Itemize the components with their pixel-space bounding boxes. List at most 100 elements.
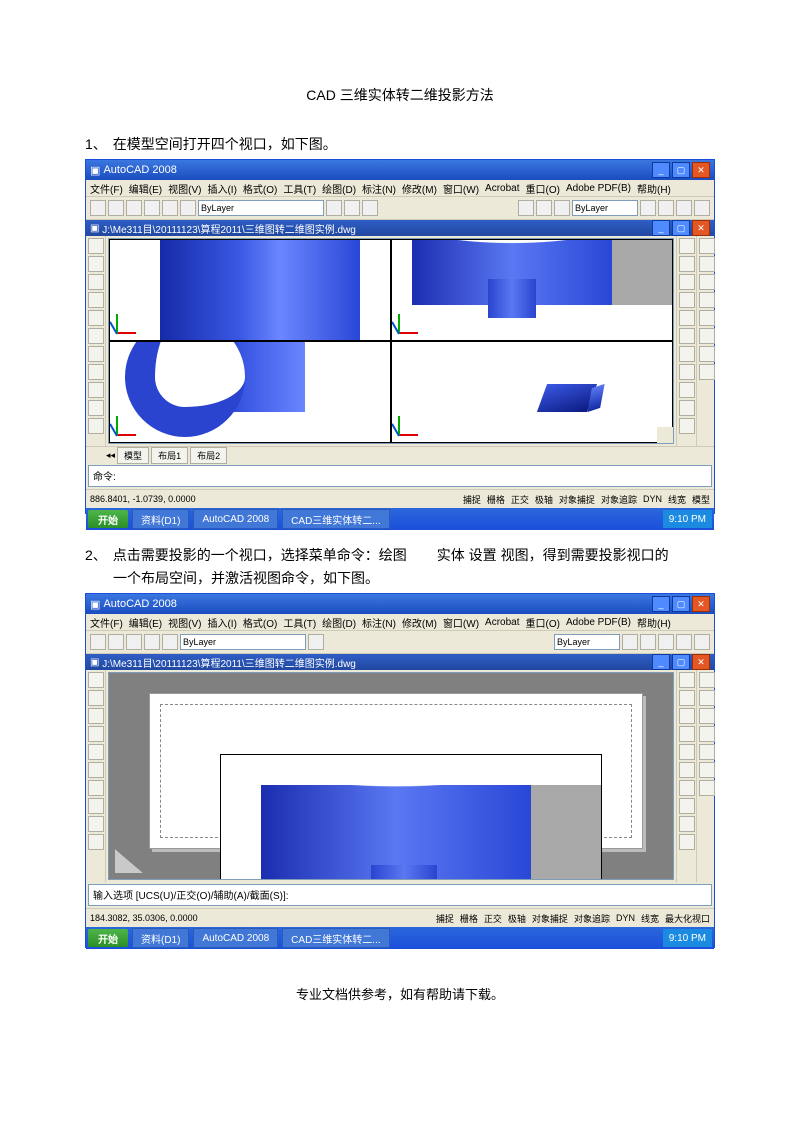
maximize-button[interactable]: ▢ [672, 596, 690, 612]
draw-tool-icon[interactable] [88, 690, 104, 706]
doc-close-button[interactable]: ✕ [692, 220, 710, 236]
status-toggle[interactable]: 极轴 [535, 493, 553, 506]
modify-tool-icon[interactable] [679, 798, 695, 814]
menu-item[interactable]: 工具(T) [283, 615, 316, 630]
taskbar-item[interactable]: 资料(D1) [132, 928, 189, 948]
menu-item[interactable]: 绘图(D) [322, 615, 356, 630]
tool-icon[interactable] [699, 762, 715, 778]
draw-tool-icon[interactable] [88, 328, 104, 344]
menu-item[interactable]: 修改(M) [402, 181, 437, 196]
tool-icon[interactable] [90, 200, 106, 216]
status-toggle[interactable]: 捕捉 [436, 912, 454, 925]
tool-icon[interactable] [699, 256, 715, 272]
nav-arrow-icon[interactable]: ◂◂ [106, 450, 115, 461]
status-toggle[interactable]: 捕捉 [463, 493, 481, 506]
draw-tool-icon[interactable] [88, 418, 104, 434]
draw-tool-icon[interactable] [88, 256, 104, 272]
modify-tool-icon[interactable] [679, 762, 695, 778]
document-titlebar[interactable]: ▣ J:\Me311目\20111123\算程2011\三维图转二维图实例.dw… [86, 220, 714, 236]
menu-bar[interactable]: 文件(F) 编辑(E) 视图(V) 插入(I) 格式(O) 工具(T) 绘图(D… [86, 614, 714, 631]
modify-tool-icon[interactable] [679, 292, 695, 308]
doc-maximize-button[interactable]: ▢ [672, 220, 690, 236]
viewport-top-right[interactable] [391, 239, 673, 341]
taskbar-item[interactable]: CAD三维实体转二... [282, 509, 389, 529]
draw-tool-icon[interactable] [88, 834, 104, 850]
tool-icon[interactable] [144, 200, 160, 216]
status-toggle[interactable]: 对象追踪 [601, 493, 637, 506]
menu-item[interactable]: 视图(V) [168, 615, 201, 630]
draw-tool-icon[interactable] [88, 780, 104, 796]
modify-tool-icon[interactable] [679, 690, 695, 706]
tool-icon[interactable] [554, 200, 570, 216]
layer-dropdown[interactable]: ByLayer [198, 200, 324, 216]
command-line[interactable]: 输入选项 [UCS(U)/正交(O)/辅助(A)/截面(S)]: [88, 884, 712, 906]
layer-dropdown[interactable]: ByLayer [180, 634, 306, 650]
status-toggle[interactable]: 对象捕捉 [532, 912, 568, 925]
status-toggle[interactable]: 模型 [692, 493, 710, 506]
modify-tool-icon[interactable] [679, 256, 695, 272]
menu-item[interactable]: 文件(F) [90, 615, 123, 630]
menu-item[interactable]: 绘图(D) [322, 181, 356, 196]
draw-tool-icon[interactable] [88, 816, 104, 832]
menu-bar[interactable]: 文件(F) 编辑(E) 视图(V) 插入(I) 格式(O) 工具(T) 绘图(D… [86, 180, 714, 197]
doc-minimize-button[interactable]: _ [652, 220, 670, 236]
draw-tool-icon[interactable] [88, 346, 104, 362]
tool-icon[interactable] [676, 634, 692, 650]
tool-icon[interactable] [699, 364, 715, 380]
modify-tool-icon[interactable] [679, 238, 695, 254]
tool-icon[interactable] [699, 238, 715, 254]
tool-icon[interactable] [180, 200, 196, 216]
taskbar-item[interactable]: 资料(D1) [132, 509, 189, 529]
modify-tool-icon[interactable] [679, 816, 695, 832]
tool-icon[interactable] [699, 328, 715, 344]
modify-tool-icon[interactable] [679, 382, 695, 398]
tool-icon[interactable] [344, 200, 360, 216]
menu-item[interactable]: 重口(O) [526, 181, 560, 196]
doc-close-button[interactable]: ✕ [692, 654, 710, 670]
menu-item[interactable]: 标注(N) [362, 181, 396, 196]
tool-icon[interactable] [326, 200, 342, 216]
tool-icon[interactable] [694, 200, 710, 216]
tool-icon[interactable] [640, 634, 656, 650]
taskbar-item[interactable]: AutoCAD 2008 [193, 509, 278, 529]
color-dropdown[interactable]: ByLayer [572, 200, 638, 216]
tool-icon[interactable] [640, 200, 656, 216]
tool-icon[interactable] [108, 634, 124, 650]
tool-icon[interactable] [108, 200, 124, 216]
close-button[interactable]: ✕ [692, 162, 710, 178]
tool-icon[interactable] [90, 634, 106, 650]
tool-icon[interactable] [162, 634, 178, 650]
status-toggle[interactable]: DYN [643, 494, 662, 504]
status-toggle[interactable]: 正交 [511, 493, 529, 506]
tool-icon[interactable] [699, 292, 715, 308]
tool-icon[interactable] [518, 200, 534, 216]
status-toggle[interactable]: 栅格 [487, 493, 505, 506]
menu-item[interactable]: 工具(T) [283, 181, 316, 196]
modify-tool-icon[interactable] [679, 400, 695, 416]
modify-tool-icon[interactable] [679, 708, 695, 724]
modify-tool-icon[interactable] [679, 346, 695, 362]
window-titlebar[interactable]: ▣ AutoCAD 2008 _ ▢ ✕ [86, 160, 714, 180]
modify-tool-icon[interactable] [679, 364, 695, 380]
tab-layout1[interactable]: 布局1 [151, 447, 188, 464]
tool-icon[interactable] [699, 346, 715, 362]
window-titlebar[interactable]: ▣ AutoCAD 2008 _ ▢ ✕ [86, 594, 714, 614]
modify-tool-icon[interactable] [679, 744, 695, 760]
draw-tool-icon[interactable] [88, 382, 104, 398]
menu-item[interactable]: 编辑(E) [129, 615, 162, 630]
tool-icon[interactable] [694, 634, 710, 650]
drawing-canvas[interactable] [108, 238, 674, 444]
menu-item[interactable]: 文件(F) [90, 181, 123, 196]
draw-tool-icon[interactable] [88, 274, 104, 290]
tool-icon[interactable] [699, 274, 715, 290]
menu-item[interactable]: 编辑(E) [129, 181, 162, 196]
tool-icon[interactable] [699, 744, 715, 760]
menu-item[interactable]: 帮助(H) [637, 615, 671, 630]
modify-tool-icon[interactable] [679, 418, 695, 434]
modify-tool-icon[interactable] [679, 672, 695, 688]
tool-icon[interactable] [362, 200, 378, 216]
paper-space-canvas[interactable] [108, 672, 674, 880]
menu-item[interactable]: 标注(N) [362, 615, 396, 630]
menu-item[interactable]: 格式(O) [243, 615, 277, 630]
minimize-button[interactable]: _ [652, 596, 670, 612]
